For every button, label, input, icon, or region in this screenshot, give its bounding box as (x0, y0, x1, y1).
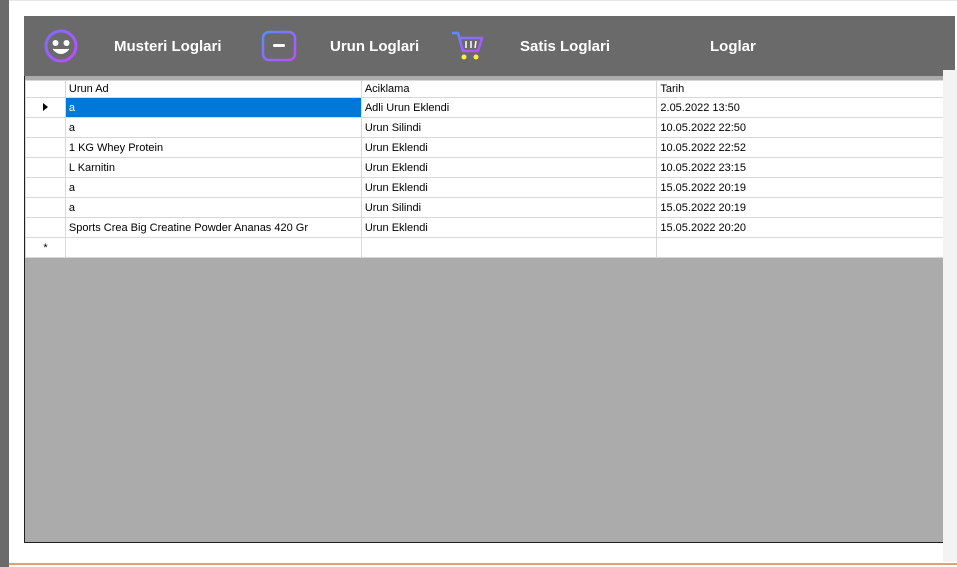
cell-aciklama[interactable]: Urun Eklendi (360, 137, 658, 158)
nav-satis-loglari[interactable]: Satis Loglari (520, 16, 610, 76)
cell-aciklama-new[interactable] (360, 237, 658, 258)
new-row[interactable]: * (25, 237, 954, 258)
table-row[interactable]: a Urun Eklendi 15.05.2022 20:19 (25, 177, 954, 198)
table-row[interactable]: Sports Crea Big Creatine Powder Ananas 4… (25, 217, 954, 238)
new-row-marker[interactable]: * (25, 237, 66, 258)
column-header-aciklama[interactable]: Aciklama (360, 80, 658, 98)
cell-tarih[interactable]: 10.05.2022 22:50 (656, 117, 954, 138)
nav-musteri-loglari[interactable]: Musteri Loglari (114, 16, 222, 76)
cell-urun-ad[interactable]: a (64, 197, 362, 218)
column-header-urun-ad[interactable]: Urun Ad (64, 80, 362, 98)
nav-satis-loglari-label: Satis Loglari (520, 37, 611, 55)
table-row[interactable]: a Adli Urun Eklendi 2.05.2022 13:50 (25, 97, 954, 118)
column-header-tarih[interactable]: Tarih (656, 80, 954, 98)
current-row-arrow-icon (42, 102, 48, 111)
row-header-corner (25, 80, 66, 98)
cart-icon[interactable] (448, 27, 486, 65)
nav-urun-loglari[interactable]: Urun Loglari (330, 16, 419, 76)
nav-toolbar: Musteri Loglari Urun Loglari Satis Logla… (24, 16, 955, 76)
cell-urun-ad[interactable]: a (64, 97, 362, 118)
row-header[interactable] (25, 137, 66, 158)
table-row[interactable]: a Urun Silindi 15.05.2022 20:19 (25, 197, 954, 218)
table-row[interactable]: a Urun Silindi 10.05.2022 22:50 (25, 117, 954, 138)
window-bottom-edge (9, 563, 957, 565)
cell-aciklama[interactable]: Adli Urun Eklendi (360, 97, 658, 118)
row-header[interactable] (25, 117, 66, 138)
cell-aciklama[interactable]: Urun Silindi (360, 117, 658, 138)
cell-aciklama[interactable]: Urun Eklendi (360, 217, 658, 238)
cell-urun-ad[interactable]: Sports Crea Big Creatine Powder Ananas 4… (64, 217, 362, 238)
row-header[interactable] (25, 177, 66, 198)
window-left-border (0, 0, 9, 567)
table-row[interactable]: L Karnitin Urun Eklendi 10.05.2022 23:15 (25, 157, 954, 178)
nav-urun-loglari-label: Urun Loglari (330, 37, 420, 55)
cell-aciklama[interactable]: Urun Silindi (360, 197, 658, 218)
cell-urun-ad[interactable]: L Karnitin (64, 157, 362, 178)
nav-loglar[interactable]: Loglar (710, 16, 756, 76)
cell-tarih[interactable]: 15.05.2022 20:19 (656, 177, 954, 198)
cell-tarih[interactable]: 15.05.2022 20:20 (656, 217, 954, 238)
row-header[interactable] (25, 157, 66, 178)
box-icon[interactable] (260, 27, 298, 65)
cell-urun-ad[interactable]: a (64, 117, 362, 138)
cell-urun-ad-new[interactable] (64, 237, 362, 258)
cell-tarih-new[interactable] (656, 237, 954, 258)
smiley-icon[interactable] (42, 27, 80, 65)
cell-urun-ad[interactable]: 1 KG Whey Protein (64, 137, 362, 158)
row-header[interactable] (25, 197, 66, 218)
nav-musteri-loglari-label: Musteri Loglari (114, 37, 222, 55)
nav-loglar-label: Loglar (710, 37, 756, 55)
grid-header-row: Urun Ad Aciklama Tarih (25, 80, 954, 98)
cell-tarih[interactable]: 10.05.2022 23:15 (656, 157, 954, 178)
window-right-gutter (943, 70, 957, 562)
cell-aciklama[interactable]: Urun Eklendi (360, 177, 658, 198)
log-grid[interactable]: Urun Ad Aciklama Tarih a Adli Urun Eklen… (25, 80, 954, 258)
cell-tarih[interactable]: 2.05.2022 13:50 (656, 97, 954, 118)
row-header[interactable] (25, 97, 66, 118)
window-top-edge (9, 0, 957, 6)
row-header[interactable] (25, 217, 66, 238)
cell-urun-ad[interactable]: a (64, 177, 362, 198)
cell-tarih[interactable]: 10.05.2022 22:52 (656, 137, 954, 158)
cell-tarih[interactable]: 15.05.2022 20:19 (656, 197, 954, 218)
table-row[interactable]: 1 KG Whey Protein Urun Eklendi 10.05.202… (25, 137, 954, 158)
cell-aciklama[interactable]: Urun Eklendi (360, 157, 658, 178)
